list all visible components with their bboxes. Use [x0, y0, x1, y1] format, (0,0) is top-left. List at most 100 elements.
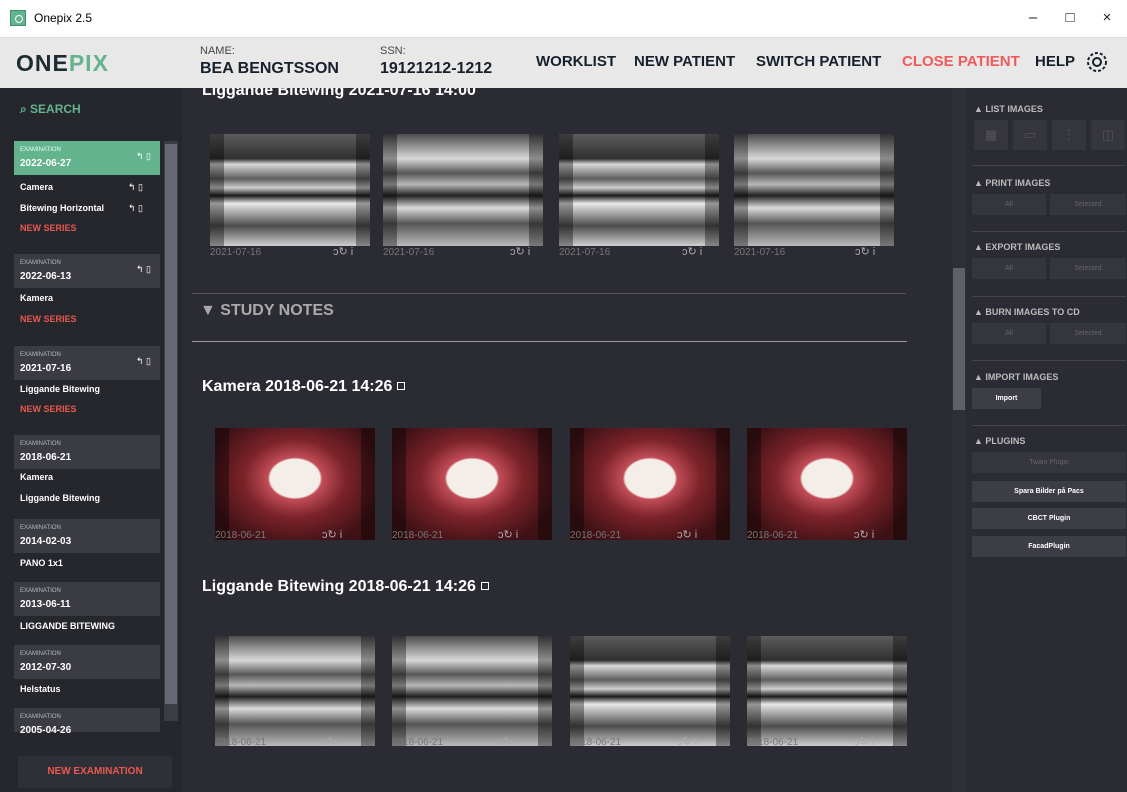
image-date: 2021-07-16 [210, 247, 262, 258]
import-images-heading[interactable]: ▲ IMPORT IMAGES [974, 372, 1058, 382]
camera-image-3[interactable] [570, 428, 730, 540]
bitewing-image-2018-1[interactable] [215, 636, 375, 746]
series-pano-locked[interactable]: PANO 1x1 [20, 558, 63, 568]
rotate-info-icons[interactable]: ↄ↻ i [855, 245, 875, 258]
rotate-info-icons[interactable]: ↄ↻ i [498, 528, 518, 541]
image-date: 2018-06-21 [392, 530, 444, 541]
burn-images-heading[interactable]: ▲ BURN IMAGES TO CD [974, 307, 1080, 317]
sidebar-scroll-thumb[interactable] [165, 144, 177, 704]
new-examination-button[interactable]: NEW EXAMINATION [18, 756, 172, 788]
camera-image-4[interactable] [747, 428, 907, 540]
series-liggande-bitewing[interactable]: Liggande Bitewing [20, 384, 100, 394]
exam-item-2012-07-30[interactable]: EXAMINATION 2012-07-30 [14, 645, 160, 679]
exam-item-2022-06-13[interactable]: EXAMINATION 2022-06-13 ↰ ▯ [14, 254, 160, 288]
bitewing-image-2021-2[interactable] [383, 134, 543, 246]
series-kamera-locked[interactable]: Kamera [20, 472, 53, 482]
cbct-plugin-button[interactable]: CBCT Plugin [972, 508, 1126, 529]
series-bitewing-horizontal[interactable]: Bitewing Horizontal [20, 203, 104, 213]
bitewing-image-2018-2[interactable] [392, 636, 552, 746]
rotate-info-icons[interactable]: ↄ↻ i [677, 735, 697, 748]
series-liggande-bitewing-caps[interactable]: LIGGANDE BITEWING [20, 621, 115, 631]
caret-down-icon: ▼ [200, 302, 221, 319]
bitewing-image-2021-3[interactable] [559, 134, 719, 246]
rotate-info-icons[interactable]: ↄ↻ i [322, 528, 342, 541]
worklist-button[interactable]: WORKLIST [536, 53, 616, 70]
bitewing-image-2018-3[interactable] [570, 636, 730, 746]
stack-view-icon[interactable]: ⋮ [1052, 120, 1086, 150]
rotate-info-icons[interactable]: ↄ↻ i [682, 245, 702, 258]
image-actions-panel: ▲ LIST IMAGES ▦ ▭ ⋮ ◫ ▲ PRINT IMAGES All… [966, 88, 1127, 792]
export-all-button[interactable]: All [972, 258, 1046, 279]
rotate-info-icons[interactable]: ↄ↻ i [498, 735, 518, 748]
series-title-2021: Liggande Bitewing 2021-07-16 14:00 [202, 88, 476, 99]
single-view-icon[interactable]: ◫ [1091, 120, 1125, 150]
facad-plugin-button[interactable]: FacadPlugin [972, 536, 1126, 557]
exam-item-2013-06-11[interactable]: EXAMINATION 2013-06-11 [14, 582, 160, 616]
twain-plugin-button[interactable]: Twain Plugin [972, 452, 1126, 473]
maximize-button[interactable]: □ [1055, 6, 1085, 30]
rotate-info-icons[interactable]: ↄ↻ i [322, 735, 342, 748]
print-selected-button[interactable]: Selected [1050, 194, 1126, 215]
print-all-button[interactable]: All [972, 194, 1046, 215]
rotate-info-icons[interactable]: ↄ↻ i [854, 528, 874, 541]
series-actions-icons[interactable]: ↰ ▯ [128, 182, 143, 193]
camera-image-1[interactable] [215, 428, 375, 540]
new-series-button[interactable]: NEW SERIES [20, 404, 77, 414]
new-series-button[interactable]: NEW SERIES [20, 223, 77, 233]
burn-all-button[interactable]: All [972, 323, 1046, 344]
rotate-info-icons[interactable]: ↄ↻ i [510, 245, 530, 258]
exam-item-2021-07-16[interactable]: EXAMINATION 2021-07-16 ↰ ▯ [14, 346, 160, 380]
share-delete-icons[interactable]: ↰ ▯ [136, 151, 151, 162]
study-notes-toggle[interactable]: ▼ STUDY NOTES [200, 302, 334, 320]
exam-item-2005-04-26[interactable]: EXAMINATION 2005-04-26 [14, 708, 160, 736]
import-button[interactable]: Import [972, 388, 1041, 409]
new-series-button[interactable]: NEW SERIES [20, 314, 77, 324]
bitewing-image-2018-4[interactable] [747, 636, 907, 746]
close-window-button[interactable]: × [1092, 6, 1122, 30]
search-button[interactable]: ⌕ SEARCH [20, 102, 81, 117]
rotate-info-icons[interactable]: ↄ↻ i [333, 245, 353, 258]
camera-image-2[interactable] [392, 428, 552, 540]
image-date: 2018-06-21 [215, 530, 267, 541]
series-helstatus-locked[interactable]: Helstatus [20, 684, 61, 694]
burn-selected-button[interactable]: Selected [1050, 323, 1126, 344]
series-liggande-bitewing-locked[interactable]: Liggande Bitewing [20, 493, 100, 503]
main-scroll-thumb[interactable] [953, 268, 965, 410]
rotate-info-icons[interactable]: ↄ↻ i [854, 735, 874, 748]
export-selected-button[interactable]: Selected [1050, 258, 1126, 279]
exam-item-2018-06-21[interactable]: EXAMINATION 2018-06-21 [14, 435, 160, 469]
caret-up-icon: ▲ [974, 436, 986, 446]
series-camera[interactable]: Camera [20, 182, 53, 192]
share-delete-icons[interactable]: ↰ ▯ [136, 356, 151, 367]
image-date: 2018-06-21 [215, 737, 267, 748]
series-actions-icons[interactable]: ↰ ▯ [128, 203, 143, 214]
list-images-heading[interactable]: ▲ LIST IMAGES [974, 104, 1043, 114]
bitewing-image-2021-4[interactable] [734, 134, 894, 246]
series-kamera[interactable]: Kamera [20, 293, 53, 303]
window-titlebar: Onepix 2.5 – □ × [0, 0, 1127, 38]
bitewing-image-2021-1[interactable] [210, 134, 370, 246]
image-date: 2021-07-16 [383, 247, 435, 258]
help-button[interactable]: HELP [1035, 53, 1075, 70]
grid-view-icon[interactable]: ▦ [974, 120, 1008, 150]
pacs-plugin-button[interactable]: Spara Bilder på Pacs [972, 481, 1126, 502]
rotate-info-icons[interactable]: ↄ↻ i [677, 528, 697, 541]
settings-gear-icon[interactable] [1085, 50, 1109, 74]
series-title-bitewing-2018: Liggande Bitewing 2018-06-21 14:26 [202, 578, 489, 596]
strip-view-icon[interactable]: ▭ [1013, 120, 1047, 150]
print-images-heading[interactable]: ▲ PRINT IMAGES [974, 178, 1050, 188]
caret-up-icon: ▲ [974, 104, 986, 114]
main-scrollbar[interactable] [952, 88, 966, 792]
share-delete-icons[interactable]: ↰ ▯ [136, 264, 151, 275]
exam-item-2014-02-03[interactable]: EXAMINATION 2014-02-03 [14, 519, 160, 553]
patient-name: BEA BENGTSSON [200, 60, 339, 77]
new-patient-button[interactable]: NEW PATIENT [634, 53, 735, 70]
exam-item-2022-06-27[interactable]: EXAMINATION 2022-06-27 ↰ ▯ [14, 141, 160, 175]
switch-patient-button[interactable]: SWITCH PATIENT [756, 53, 881, 70]
close-patient-button[interactable]: CLOSE PATIENT [902, 53, 1020, 70]
plugins-heading[interactable]: ▲ PLUGINS [974, 436, 1025, 446]
examination-sidebar: ⌕ SEARCH EXAMINATION 2022-06-27 ↰ ▯ Camera… [0, 88, 182, 792]
export-images-heading[interactable]: ▲ EXPORT IMAGES [974, 242, 1060, 252]
image-date: 2021-07-16 [734, 247, 786, 258]
minimize-button[interactable]: – [1018, 6, 1048, 30]
